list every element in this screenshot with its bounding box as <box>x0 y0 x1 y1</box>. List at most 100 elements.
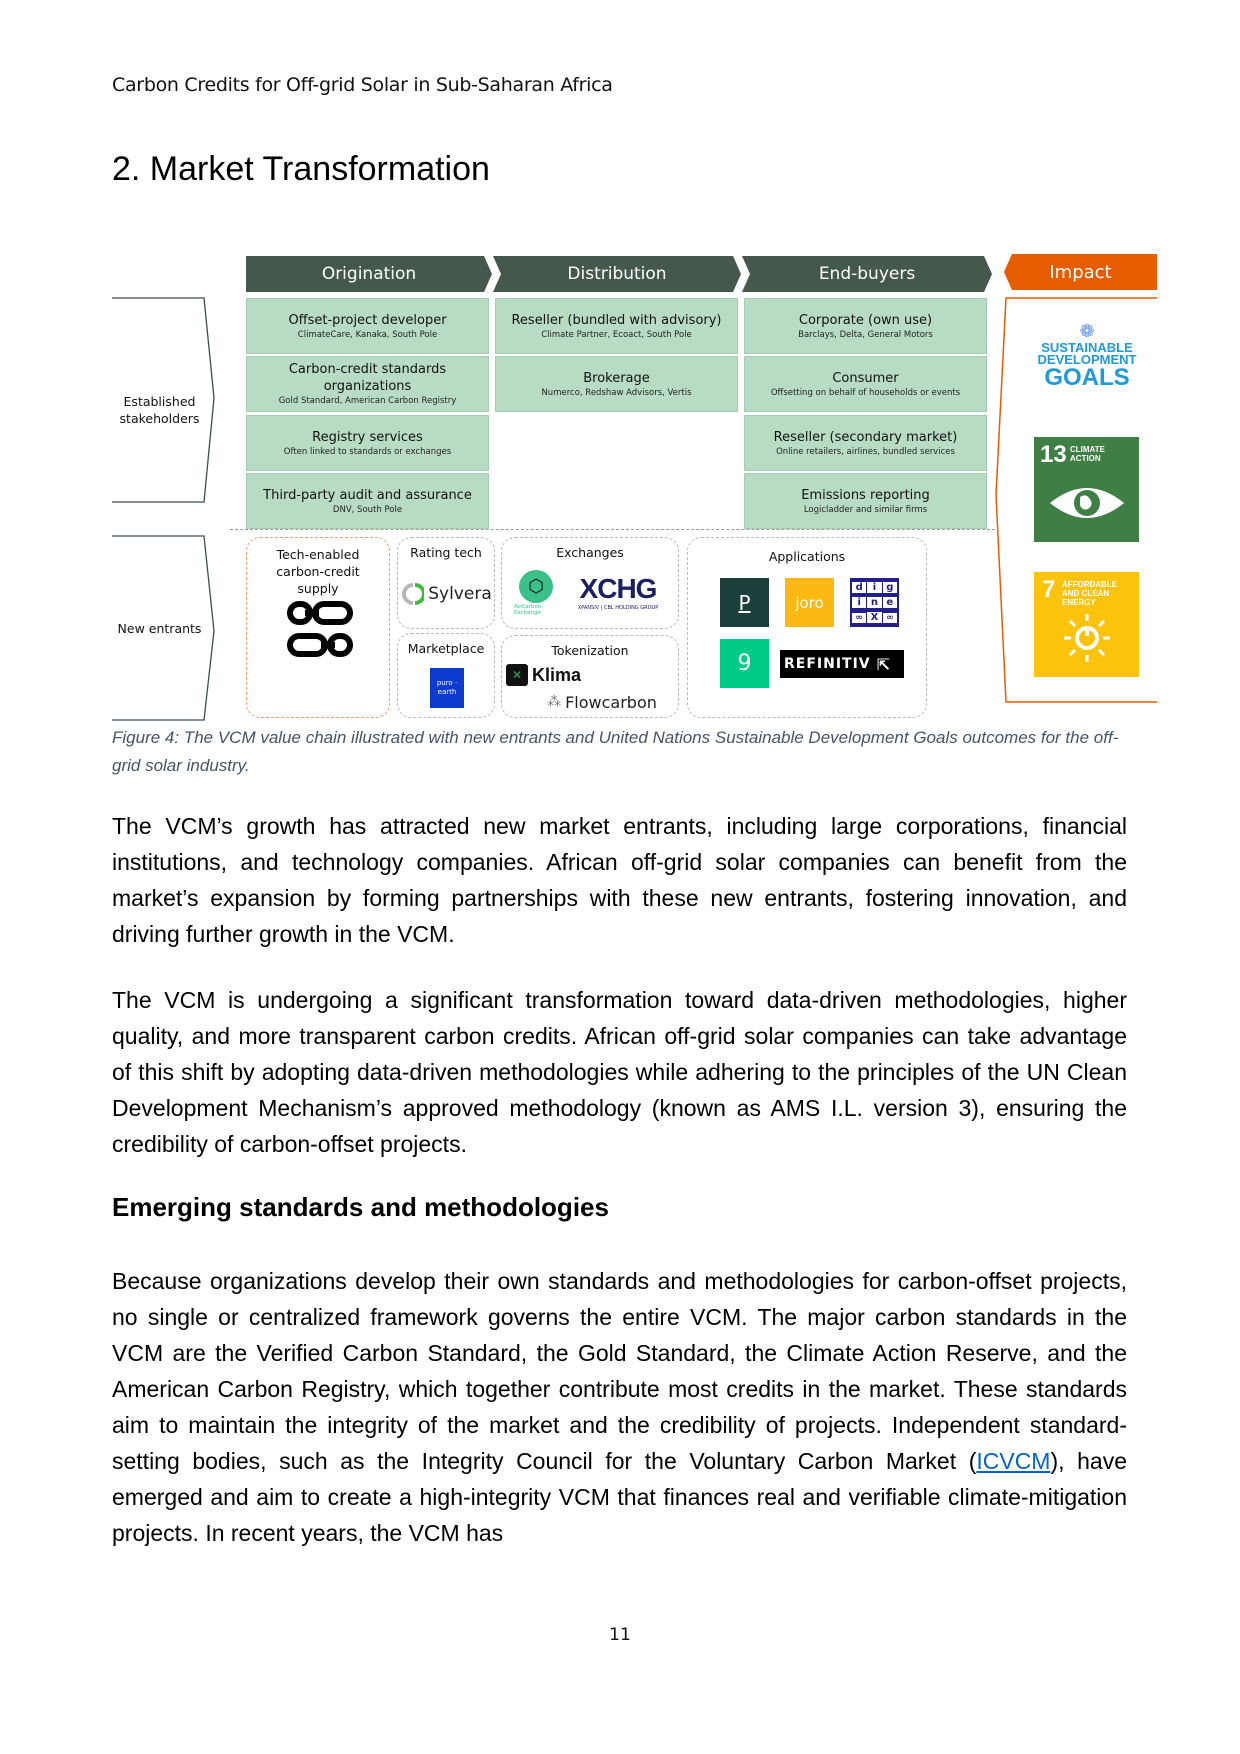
flowcarbon-mark-icon: ⁂ <box>547 694 562 710</box>
stage-end-buyers: End-buyers <box>742 256 992 292</box>
cell-title: Brokerage <box>583 370 650 386</box>
diginex-letter: X <box>867 612 882 624</box>
xchg-logo: XCHG XPANSIV | CBL HOLDING GROUP <box>564 570 672 614</box>
klima-mark-icon: ✕ <box>506 664 528 686</box>
cell-title: Reseller (bundled with advisory) <box>511 312 722 328</box>
flowcarbon-wordmark: Flowcarbon <box>565 692 657 712</box>
sdg-label: AFFORDABLE AND CLEAN ENERGY <box>1062 580 1118 607</box>
cell-title: Carbon-credit standards organizations <box>288 362 447 394</box>
subheading: Emerging standards and methodologies <box>112 1192 609 1222</box>
aircarbon-mark-icon: ⬡ <box>519 570 553 603</box>
cell-subtitle: Barclays, Delta, General Motors <box>798 329 933 340</box>
group-rating-tech: Rating tech Sylvera <box>397 537 495 629</box>
cell-origination: Third-party audit and assurance DNV, Sou… <box>246 473 489 529</box>
sylvera-mark-icon <box>402 583 425 605</box>
cell-subtitle: Climate Partner, Ecoact, South Pole <box>541 329 692 340</box>
cell-subtitle: Numerco, Redshaw Advisors, Vertis <box>541 387 692 398</box>
cell-origination: Offset-project developer ClimateCare, Ka… <box>246 298 489 354</box>
infinity-chain-logo-icon <box>287 601 353 657</box>
group-tech-supply: Tech-enabled carbon-credit supply <box>246 537 390 718</box>
cell-end-buyers: Corporate (own use) Barclays, Delta, Gen… <box>744 298 987 354</box>
cell-origination: Carbon-credit standards organizations Go… <box>246 356 489 412</box>
cell-title: Offset-project developer <box>288 312 447 328</box>
diginex-letter: d <box>852 581 867 593</box>
row-brackets <box>112 297 215 721</box>
g-app-logo: 9 <box>720 639 769 688</box>
stage-impact: Impact <box>1004 254 1157 290</box>
sylvera-logo: Sylvera <box>402 576 492 612</box>
puro-earth-logo: puro · earth <box>430 668 464 708</box>
p-app-logo: P <box>720 578 769 627</box>
aircarbon-wordmark: AirCarbon Exchange <box>514 604 542 616</box>
cell-title: Corporate (own use) <box>798 312 933 328</box>
row-label-established: Established stakeholders <box>119 394 200 426</box>
stage-origination: Origination <box>246 256 492 292</box>
un-emblem-icon: ❁ <box>1079 321 1095 342</box>
icvcm-link[interactable]: ICVCM <box>976 1448 1050 1474</box>
group-title: Applications <box>768 549 846 564</box>
running-header: Carbon Credits for Off-grid Solar in Sub… <box>112 74 613 96</box>
cell-title: Third-party audit and assurance <box>263 487 472 503</box>
joro-logo: joro <box>785 578 834 627</box>
section-title: 2. Market Transformation <box>112 150 490 188</box>
row-label-new-entrants: New entrants <box>117 621 202 636</box>
sun-power-icon <box>1064 614 1110 662</box>
figure-caption: Figure 4: The VCM value chain illustrate… <box>112 728 1119 775</box>
diginex-letter: ∞ <box>882 612 897 623</box>
diginex-letter: e <box>882 596 897 608</box>
flowcarbon-logo: ⁂ Flowcarbon <box>532 690 672 714</box>
diginex-letter: n <box>867 596 882 608</box>
klima-wordmark: Klima <box>532 664 582 685</box>
xchg-wordmark: XCHG <box>579 573 658 604</box>
group-tokenization: Tokenization ✕ Klima ⁂ Flowcarbon <box>501 635 679 718</box>
sdg-label: CLIMATE ACTION <box>1070 445 1105 463</box>
cell-subtitle: Logicladder and similar firms <box>803 504 928 515</box>
group-title: Tech-enabled carbon-credit supply <box>276 547 360 596</box>
vcm-value-chain-figure: Established stakeholders New entrants Or… <box>112 250 1157 725</box>
stage-distribution: Distribution <box>493 256 741 292</box>
paragraph: The VCM’s growth has attracted new marke… <box>112 813 1127 947</box>
group-marketplace: Marketplace puro · earth <box>397 633 495 718</box>
cell-distribution: Brokerage Numerco, Redshaw Advisors, Ver… <box>495 356 738 412</box>
sdg-7-tile: 7 AFFORDABLE AND CLEAN ENERGY <box>1034 572 1139 677</box>
diginex-letter: ∞ <box>852 612 867 623</box>
cell-end-buyers: Emissions reporting Logicladder and simi… <box>744 473 987 529</box>
cell-subtitle: DNV, South Pole <box>332 504 403 515</box>
group-applications: Applications P joro d i g i n e ∞ X ∞ 9 … <box>687 537 927 718</box>
cell-title: Emissions reporting <box>801 487 930 503</box>
sdg-number: 7 <box>1042 576 1056 603</box>
klima-logo: ✕ Klima <box>506 662 596 688</box>
sdg-line3: GOALS <box>1044 364 1130 391</box>
group-exchanges: Exchanges ⬡ AirCarbon Exchange XCHG XPAN… <box>501 537 679 629</box>
paragraph: The VCM is undergoing a significant tran… <box>112 987 1127 1157</box>
cell-origination: Registry services Often linked to standa… <box>246 415 489 471</box>
cell-subtitle: ClimateCare, Kanaka, South Pole <box>297 329 438 340</box>
cell-title: Reseller (secondary market) <box>773 429 958 445</box>
cell-subtitle: Often linked to standards or exchanges <box>283 446 452 457</box>
refinitiv-mark-icon: ⇱ <box>876 654 892 674</box>
aircarbon-logo: ⬡ AirCarbon Exchange <box>514 570 558 616</box>
sdg-13-tile: 13 CLIMATE ACTION <box>1034 437 1139 542</box>
eye-globe-icon <box>1050 488 1124 518</box>
diginex-letter: g <box>882 581 897 593</box>
cell-title: Consumer <box>832 370 899 386</box>
diginex-logo: d i g i n e ∞ X ∞ <box>850 578 899 627</box>
sdg-number: 13 <box>1040 441 1067 468</box>
group-title: Exchanges <box>556 545 624 560</box>
diginex-letter: i <box>867 581 882 593</box>
page-number: 11 <box>609 1625 631 1645</box>
xchg-subtitle: XPANSIV | CBL HOLDING GROUP <box>577 605 659 611</box>
cell-end-buyers: Reseller (secondary market) Online retai… <box>744 415 987 471</box>
refinitiv-logo: REFINITIV ⇱ <box>780 650 904 678</box>
refinitiv-wordmark: REFINITIV <box>784 656 871 672</box>
paragraph: Because organizations develop their own … <box>112 1263 1127 1551</box>
cell-subtitle: Gold Standard, American Carbon Registry <box>278 396 457 406</box>
cell-subtitle: Online retailers, airlines, bundled serv… <box>776 446 955 457</box>
cell-title: Registry services <box>312 429 423 445</box>
group-title: Marketplace <box>407 641 485 656</box>
sylvera-wordmark: Sylvera <box>428 584 492 604</box>
paragraph-text: Because organizations develop their own … <box>112 1268 1127 1474</box>
sdg-logo: ❁ SUSTAINABLE DEVELOPMENT GOALS <box>1027 322 1147 390</box>
group-title: Rating tech <box>410 545 482 560</box>
group-title: Tokenization <box>551 643 629 658</box>
